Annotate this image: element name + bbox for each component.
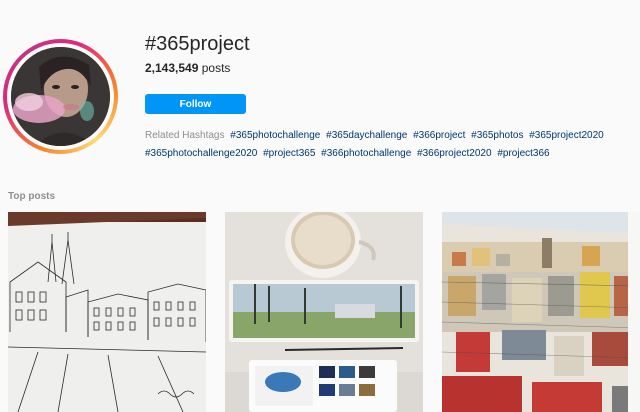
related-hashtags-label: Related Hashtags [145,130,225,141]
post-image-city [442,212,640,412]
avatar[interactable] [11,47,110,146]
hashtag-title: #365project [145,33,250,55]
related-tag[interactable]: #365photochallenge [230,130,320,141]
post-count: 2,143,549 posts [145,61,230,75]
follow-button[interactable]: Follow [145,94,246,114]
related-hashtags: Related Hashtags #365photochallenge #365… [145,127,615,163]
avatar-image [11,47,110,146]
post-count-number: 2,143,549 [145,61,199,75]
post-count-suffix: posts [198,61,231,75]
post-thumbnail[interactable] [8,212,206,412]
top-posts-label: Top posts [8,191,56,202]
post-image-sketch [8,212,206,412]
related-tag[interactable]: #project365 [263,148,315,159]
post-thumbnail[interactable] [442,212,640,412]
related-tag[interactable]: #project366 [497,148,549,159]
profile-avatar-ring[interactable] [3,39,118,154]
related-tag[interactable]: #365project2020 [529,130,604,141]
related-tag[interactable]: #366project [413,130,465,141]
post-image-watercolor [225,212,423,412]
related-tag[interactable]: #365daychallenge [326,130,407,141]
related-tag[interactable]: #366photochallenge [321,148,411,159]
related-tag[interactable]: #365photos [471,130,523,141]
related-tag[interactable]: #365photochallenge2020 [145,148,257,159]
related-tag[interactable]: #366project2020 [417,148,492,159]
post-thumbnail[interactable] [225,212,423,412]
